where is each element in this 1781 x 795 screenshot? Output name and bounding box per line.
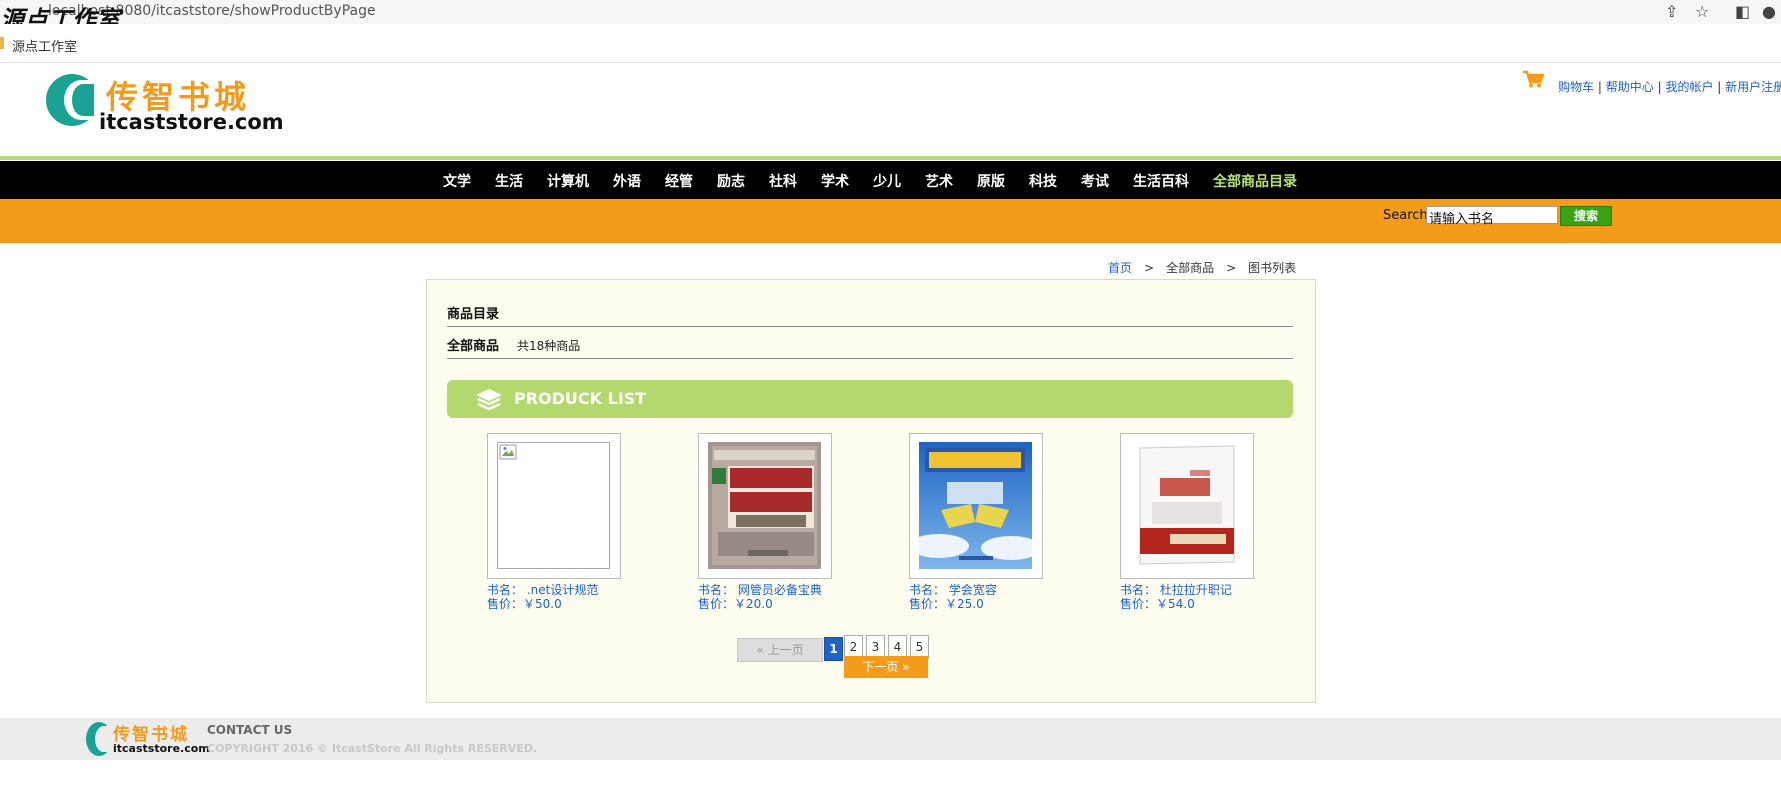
nav-item-business[interactable]: 经管 — [665, 171, 693, 191]
nav-item-all-catalog[interactable]: 全部商品目录 — [1213, 171, 1297, 191]
product-thumbnail[interactable] — [698, 433, 832, 579]
broken-image-icon — [499, 444, 517, 460]
register-link[interactable]: 新用户注册 — [1725, 80, 1781, 94]
nav-item-exam[interactable]: 考试 — [1081, 171, 1109, 191]
nav-item-art[interactable]: 艺术 — [925, 171, 953, 191]
search-input[interactable]: 请输入书名 — [1426, 206, 1558, 227]
banner-label: PRODUCK LIST — [514, 389, 647, 408]
product-price: 售价：￥20.0 — [698, 597, 773, 611]
product-price: 售价：￥25.0 — [909, 597, 984, 611]
bookmarks-bar: 源点工作室 — [0, 24, 1781, 63]
nav-item-inspiration[interactable]: 励志 — [717, 171, 745, 191]
product-thumbnail[interactable] — [487, 433, 621, 579]
catalog-title: 商品目录 — [447, 307, 500, 322]
nav-item-encyclopedia[interactable]: 生活百科 — [1133, 171, 1189, 191]
contact-us-link[interactable]: CONTACT US — [207, 723, 292, 737]
nav-item-foreign-language[interactable]: 外语 — [613, 171, 641, 191]
bookmark-item[interactable]: 源点工作室 — [12, 36, 77, 55]
breadcrumb-home[interactable]: 首页 — [1108, 261, 1132, 275]
breadcrumb-separator: > — [1144, 261, 1155, 275]
separator: | — [1597, 80, 1602, 94]
product-list-banner: PRODUCK LIST — [447, 380, 1293, 418]
prev-page-button[interactable]: « 上一页 — [737, 638, 823, 662]
search-bar: Search 请输入书名 搜索 — [0, 199, 1781, 243]
book-cover-network-admin — [708, 442, 821, 569]
nav-item-academic[interactable]: 学术 — [821, 171, 849, 191]
category-nav: 文学 生活 计算机 外语 经管 励志 社科 学术 少儿 艺术 原版 科技 考试 … — [0, 161, 1781, 199]
copyright-text: COPYRIGHT 2016 © ItcastStore All Rights … — [207, 742, 538, 755]
nav-item-original[interactable]: 原版 — [977, 171, 1005, 191]
cart-icon[interactable] — [1522, 70, 1544, 88]
footer-logo-english: itcaststore.com — [113, 742, 210, 755]
nav-item-life[interactable]: 生活 — [495, 171, 523, 191]
all-products-label: 全部商品 — [447, 339, 500, 354]
next-page-button[interactable]: 下一页 » — [844, 656, 928, 678]
breadcrumb-separator: > — [1226, 261, 1237, 275]
product-thumbnail[interactable] — [1120, 433, 1254, 579]
star-icon[interactable]: ☆ — [1695, 2, 1709, 21]
account-link[interactable]: 我的帐户 — [1665, 80, 1713, 94]
nav-item-computer[interactable]: 计算机 — [547, 171, 589, 191]
folder-icon — [0, 37, 4, 49]
product-price: 售价：￥54.0 — [1120, 597, 1195, 611]
separator: | — [1657, 80, 1662, 94]
book-cover-dulala — [1130, 442, 1243, 569]
layers-icon — [476, 389, 502, 411]
nav-item-children[interactable]: 少儿 — [873, 171, 901, 191]
header-divider — [0, 156, 1781, 160]
sidebar-icon[interactable]: ◧ — [1735, 2, 1750, 21]
product-price: 售价：￥50.0 — [487, 597, 562, 611]
logo-english: itcaststore.com — [99, 110, 284, 134]
divider — [447, 358, 1293, 359]
book-cover-learn-tolerance — [919, 442, 1032, 569]
logo-swirl-icon — [86, 722, 112, 756]
breadcrumb-book-list: 图书列表 — [1248, 261, 1297, 275]
search-label: Search — [1383, 208, 1428, 223]
double-chevron-left-icon: « — [756, 643, 764, 657]
address-bar[interactable]: localhost:8080/itcaststore/showProductBy… — [0, 0, 1781, 24]
breadcrumb-all-products: 全部商品 — [1166, 261, 1215, 275]
cart-link[interactable]: 购物车 — [1558, 80, 1594, 94]
double-chevron-right-icon: » — [902, 660, 910, 674]
search-button[interactable]: 搜索 — [1560, 206, 1612, 226]
separator: | — [1717, 80, 1722, 94]
help-link[interactable]: 帮助中心 — [1606, 80, 1654, 94]
footer: 传智书城 itcaststore.com CONTACT US COPYRIGH… — [0, 718, 1781, 760]
profile-icon[interactable]: ● — [1762, 2, 1776, 21]
page-1[interactable]: 1 — [824, 637, 843, 661]
nav-item-technology[interactable]: 科技 — [1029, 171, 1057, 191]
nav-item-literature[interactable]: 文学 — [443, 171, 471, 191]
nav-item-social-science[interactable]: 社科 — [769, 171, 797, 191]
product-thumbnail[interactable] — [909, 433, 1043, 579]
product-panel: 商品目录 全部商品 共18种商品 PRODUCK LIST 书名： .net设计… — [426, 279, 1316, 703]
share-icon[interactable]: ⇪ — [1665, 2, 1678, 21]
product-count: 共18种商品 — [517, 339, 581, 353]
divider — [447, 326, 1293, 327]
breadcrumb: 首页 > 全部商品 > 图书列表 — [1108, 259, 1296, 276]
logo-swirl-icon — [46, 74, 98, 126]
